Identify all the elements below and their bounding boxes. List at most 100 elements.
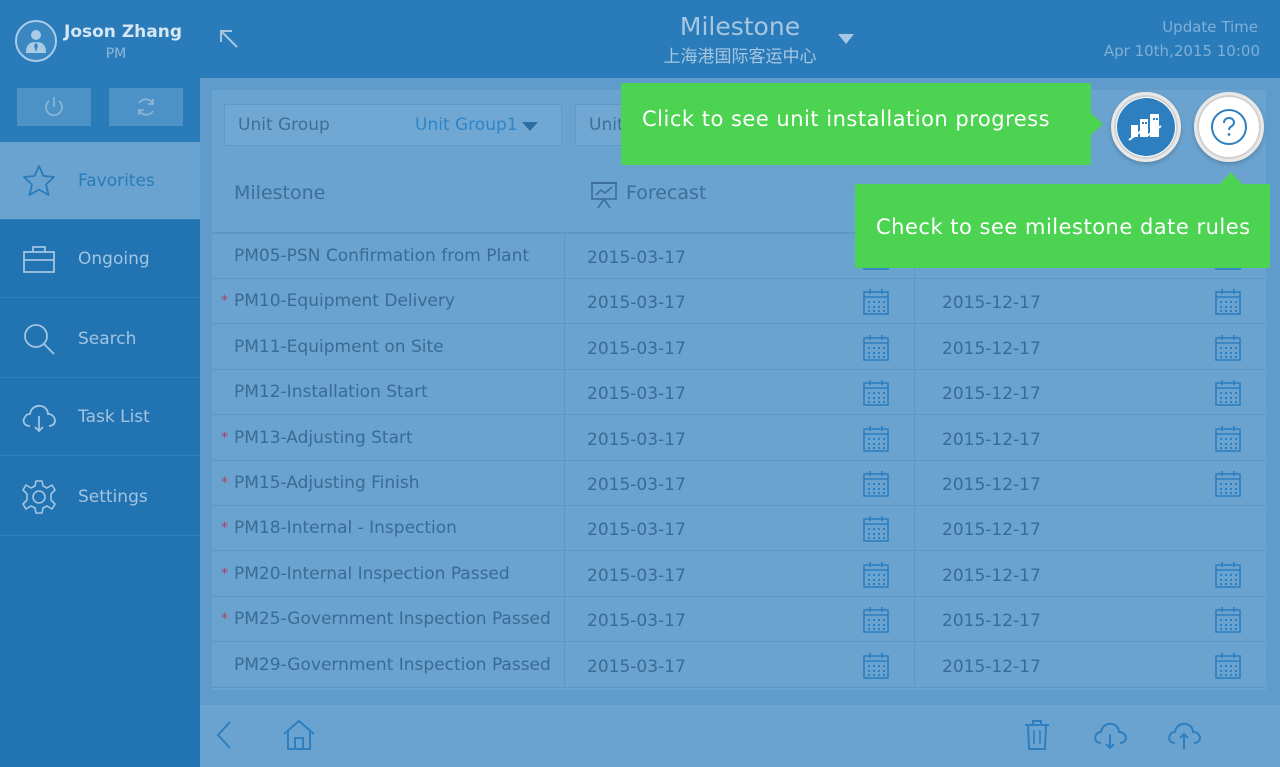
power-button[interactable] xyxy=(17,88,91,126)
forecast-date: 2015-03-17 xyxy=(587,475,686,495)
user-icon xyxy=(26,30,46,53)
forecast-calendar-icon[interactable] xyxy=(862,379,890,407)
actual-calendar-icon[interactable] xyxy=(1214,470,1242,498)
actual-date: 2015-12-17 xyxy=(942,520,1041,541)
user-name: Joson Zhang xyxy=(64,22,182,42)
actual-calendar-icon[interactable] xyxy=(1214,561,1242,589)
actual-date: 2015-12-17 xyxy=(942,429,1041,450)
forecast-date: 2015-03-17 xyxy=(587,611,686,632)
actual-date: 2015-12-17 xyxy=(942,656,1041,677)
header: Milestone 上海港国际客运中心 Update Time Apr 10th… xyxy=(200,0,1280,78)
required-marker: * xyxy=(221,475,228,491)
required-marker: * xyxy=(221,429,228,446)
project-name[interactable]: 上海港国际客运中心 xyxy=(640,42,840,67)
actual-calendar-icon[interactable] xyxy=(1214,379,1242,407)
sidebar-item-label: Task List xyxy=(78,406,150,427)
forecast-calendar-icon[interactable] xyxy=(862,334,890,362)
forecast-calendar-icon[interactable] xyxy=(862,288,890,316)
actual-date: 2015-12-17 xyxy=(942,475,1041,495)
date-rules-help-button[interactable] xyxy=(1194,92,1264,162)
sidebar-item-label: Ongoing xyxy=(78,248,150,269)
home-icon[interactable] xyxy=(282,719,316,751)
required-marker: * xyxy=(221,565,228,582)
actual-calendar-icon[interactable] xyxy=(1214,288,1242,316)
presentation-chart-icon xyxy=(591,182,617,209)
chevron-left-icon[interactable] xyxy=(214,719,236,751)
sidebar-item-label: Favorites xyxy=(78,170,155,191)
trash-icon[interactable] xyxy=(1024,719,1050,751)
back-arrow-icon[interactable] xyxy=(218,28,240,50)
table-row[interactable]: PM29-Government Inspection Passed 2015-03… xyxy=(212,643,1266,688)
actual-date: 2015-12-17 xyxy=(942,565,1041,586)
column-header-milestone: Milestone xyxy=(234,182,326,204)
milestone-name: PM18-Internal - Inspection xyxy=(234,518,457,539)
page-title[interactable]: Milestone xyxy=(640,12,840,41)
user-role: PM xyxy=(105,46,127,62)
table-row[interactable]: PM12-Installation Start 2015-03-17 2015-12… xyxy=(212,370,1266,416)
forecast-calendar-icon[interactable] xyxy=(862,515,890,543)
update-time-label: Update Time xyxy=(1162,18,1258,36)
actual-date: 2015-12-17 xyxy=(942,611,1041,632)
tip-date-rules: Check to see milestone date rules xyxy=(855,172,1270,268)
sidebar-item-ongoing[interactable]: Ongoing xyxy=(0,220,200,298)
forecast-date: 2015-03-17 xyxy=(587,384,686,405)
table-row[interactable]: * PM20-Internal Inspection Passed 2015-03-… xyxy=(212,552,1266,597)
sidebar-item-task-list[interactable]: Task List xyxy=(0,378,200,456)
sidebar: Joson Zhang PM Favorites Ongoing Search … xyxy=(0,0,200,767)
progress-button-face xyxy=(1117,98,1175,156)
user-panel: Joson Zhang PM xyxy=(0,0,200,142)
forecast-calendar-icon[interactable] xyxy=(862,561,890,589)
table-row[interactable]: * PM10-Equipment Delivery 2015-03-17 2015-1… xyxy=(212,279,1266,325)
milestone-panel: Unit Group Unit Group1 Unit Milestone Fo… xyxy=(212,90,1266,690)
actual-date: 2015-12-17 xyxy=(942,293,1041,314)
forecast-calendar-icon[interactable] xyxy=(862,606,890,634)
required-marker: * xyxy=(221,611,228,628)
required-marker: * xyxy=(221,520,228,537)
table-row[interactable]: PM11-Equipment on Site 2015-03-17 2015-12-… xyxy=(212,325,1266,370)
milestone-name: PM29-Government Inspection Passed xyxy=(234,654,551,675)
cloud-download-icon[interactable] xyxy=(1092,719,1128,751)
forecast-calendar-icon[interactable] xyxy=(862,470,890,498)
tip-unit-progress: Click to see unit installation progress xyxy=(621,83,1103,165)
avatar[interactable] xyxy=(15,20,57,62)
actual-calendar-icon[interactable] xyxy=(1214,652,1242,680)
table-row[interactable]: * PM15-Adjusting Finish 2015-03-17 2015-12-… xyxy=(212,461,1266,506)
sidebar-item-label: Search xyxy=(78,328,137,349)
chevron-down-icon xyxy=(522,122,538,131)
forecast-calendar-icon[interactable] xyxy=(862,652,890,680)
table-row[interactable]: * PM18-Internal - Inspection 2015-03-17 201… xyxy=(212,506,1266,552)
column-header-forecast: Forecast xyxy=(626,182,707,204)
unit-progress-button[interactable] xyxy=(1111,92,1181,162)
milestone-name: PM25-Government Inspection Passed xyxy=(234,609,551,630)
forecast-date: 2015-03-17 xyxy=(587,338,686,359)
milestone-name: PM11-Equipment on Site xyxy=(234,336,444,357)
chevron-down-icon[interactable] xyxy=(838,34,854,44)
sidebar-item-search[interactable]: Search xyxy=(0,300,200,378)
actual-calendar-icon[interactable] xyxy=(1214,334,1242,362)
cloud-upload-icon[interactable] xyxy=(1166,719,1202,751)
question-icon xyxy=(1223,116,1236,136)
actual-date: 2015-12-17 xyxy=(942,384,1041,405)
sidebar-item-favorites[interactable]: Favorites xyxy=(0,142,200,220)
table-row[interactable]: * PM25-Government Inspection Passed 2015-0… xyxy=(212,597,1266,643)
sync-button[interactable] xyxy=(109,88,183,126)
tip-text: Click to see unit installation progress xyxy=(642,107,1051,131)
unit-group-select[interactable]: Unit Group Unit Group1 xyxy=(224,104,562,146)
cloud-download-icon xyxy=(22,404,56,433)
forecast-date: 2015-03-17 xyxy=(587,565,686,586)
sidebar-item-settings[interactable]: Settings xyxy=(0,458,200,536)
footer-toolbar xyxy=(200,705,1280,767)
forecast-date: 2015-03-17 xyxy=(587,656,686,677)
table-row[interactable]: * PM13-Adjusting Start 2015-03-17 2015-12-1… xyxy=(212,416,1266,461)
forecast-date: 2015-03-17 xyxy=(587,248,686,268)
forecast-date: 2015-03-17 xyxy=(587,429,686,450)
sidebar-item-label: Settings xyxy=(78,486,148,507)
milestone-name: PM13-Adjusting Start xyxy=(234,427,413,448)
search-icon xyxy=(24,324,55,355)
forecast-calendar-icon[interactable] xyxy=(862,425,890,453)
actual-calendar-icon[interactable] xyxy=(1214,425,1242,453)
power-icon xyxy=(45,97,63,116)
unit-group-value: Unit Group1 xyxy=(415,115,518,135)
refresh-icon xyxy=(138,98,154,116)
actual-calendar-icon[interactable] xyxy=(1214,606,1242,634)
